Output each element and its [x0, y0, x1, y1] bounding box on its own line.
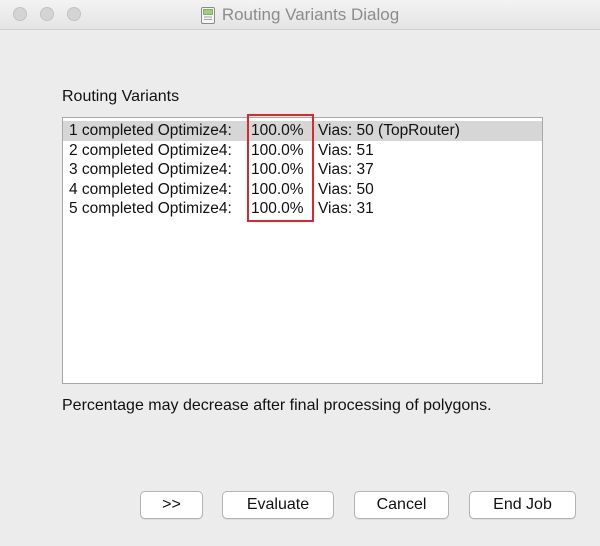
- variant-row-4[interactable]: 4 completed Optimize4: 100.0% Vias: 50: [63, 180, 542, 200]
- window-title: Routing Variants Dialog: [221, 5, 400, 24]
- cancel-button[interactable]: Cancel: [354, 491, 449, 519]
- variant-vias: Vias: 50: [318, 180, 374, 198]
- routing-variants-list[interactable]: 1 completed Optimize4: 100.0% Vias: 50 (…: [62, 117, 543, 384]
- routing-variants-dialog: Routing Variants Dialog Routing Variants…: [0, 0, 600, 546]
- variant-vias: Vias: 37: [318, 161, 374, 178]
- variant-status: 2 completed Optimize4:: [69, 141, 232, 159]
- variant-row-1[interactable]: 1 completed Optimize4: 100.0% Vias: 50 (…: [63, 121, 542, 141]
- variant-percent: 100.0%: [251, 180, 304, 198]
- title-container: Routing Variants Dialog: [0, 0, 600, 30]
- polygon-note: Percentage may decrease after final proc…: [62, 397, 492, 414]
- title-bar[interactable]: Routing Variants Dialog: [0, 0, 600, 30]
- variant-row-2[interactable]: 2 completed Optimize4: 100.0% Vias: 51: [63, 141, 542, 161]
- variant-percent: 100.0%: [251, 141, 304, 159]
- variant-vias: Vias: 51: [318, 141, 374, 159]
- variant-vias: Vias: 50 (TopRouter): [318, 122, 460, 139]
- variant-row-5[interactable]: 5 completed Optimize4: 100.0% Vias: 31: [63, 199, 542, 219]
- variant-percent: 100.0%: [251, 161, 304, 178]
- variant-percent: 100.0%: [251, 200, 304, 217]
- variant-status: 1 completed Optimize4:: [69, 122, 232, 139]
- end-job-button[interactable]: End Job: [469, 491, 576, 519]
- variant-status: 3 completed Optimize4:: [69, 161, 232, 178]
- document-icon: [200, 6, 215, 24]
- variant-vias: Vias: 31: [318, 200, 374, 217]
- routing-variants-label: Routing Variants: [62, 88, 180, 105]
- variant-status: 4 completed Optimize4:: [69, 180, 232, 198]
- variant-row-3[interactable]: 3 completed Optimize4: 100.0% Vias: 37: [63, 160, 542, 180]
- evaluate-button[interactable]: Evaluate: [222, 491, 334, 519]
- more-button[interactable]: >>: [140, 491, 203, 519]
- variant-percent: 100.0%: [251, 122, 304, 139]
- variant-status: 5 completed Optimize4:: [69, 200, 232, 217]
